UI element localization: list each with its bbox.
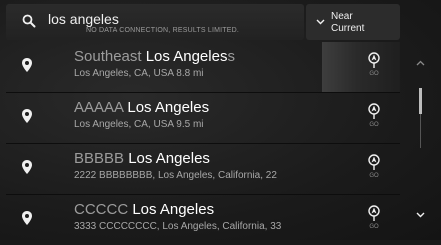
navigation-arrow-icon (368, 103, 380, 119)
go-label: GO (369, 224, 379, 230)
search-icon (22, 14, 36, 28)
go-button[interactable]: GO (322, 144, 400, 194)
go-button[interactable]: GO (322, 42, 400, 92)
scrollbar-thumb[interactable] (419, 88, 422, 114)
navigation-search-screen: los angeles NO DATA CONNECTION, RESULTS … (0, 0, 441, 240)
search-input[interactable]: los angeles (48, 11, 119, 27)
near-label-line1: Near (331, 11, 353, 22)
result-title: BBBBB Los Angeles (74, 150, 322, 167)
result-item[interactable]: CCCCC Los Angeles 3333 CCCCCCCC, Los Ang… (6, 195, 322, 245)
result-item[interactable]: Southeast Los Angeless Los Angeles, CA, … (6, 42, 322, 92)
result-prefix: CCCCC (74, 201, 133, 218)
result-row: CCCCC Los Angeles 3333 CCCCCCCC, Los Ang… (6, 195, 400, 245)
location-pin-icon (22, 58, 32, 72)
scroll-down-button[interactable] (416, 212, 425, 218)
result-name: Los Angeles (145, 48, 228, 65)
result-title: CCCCC Los Angeles (74, 201, 322, 218)
result-name: Los Angeles (128, 150, 210, 167)
result-prefix: Southeast (74, 48, 146, 65)
result-title: AAAAA Los Angeles (74, 99, 322, 116)
result-item[interactable]: AAAAA Los Angeles Los Angeles, CA, USA 9… (6, 93, 322, 143)
result-address: 3333 CCCCCCCC, Los Angeles, California, … (74, 221, 282, 232)
location-pin-icon (22, 211, 32, 225)
connection-notice: NO DATA CONNECTION, RESULTS LIMITED. (86, 27, 240, 34)
go-label: GO (369, 173, 379, 179)
go-button[interactable]: GO (322, 93, 400, 143)
result-address: 2222 BBBBBBBB, Los Angeles, California, … (74, 170, 277, 181)
chevron-down-icon (316, 19, 325, 25)
near-current-button[interactable]: Near Current (306, 4, 400, 40)
result-row: AAAAA Los Angeles Los Angeles, CA, USA 9… (6, 93, 400, 144)
navigation-arrow-icon (368, 205, 380, 221)
near-label-line2: Current (331, 23, 365, 34)
near-current-label: Near Current (331, 11, 391, 35)
location-pin-icon (22, 109, 32, 123)
result-prefix: AAAAA (74, 99, 128, 116)
result-address: Los Angeles, CA, USA 9.5 mi (74, 119, 204, 130)
result-row: Southeast Los Angeless Los Angeles, CA, … (6, 42, 400, 93)
go-label: GO (369, 122, 379, 128)
search-bar[interactable]: los angeles NO DATA CONNECTION, RESULTS … (6, 4, 304, 40)
go-label: GO (369, 71, 379, 77)
result-address: Los Angeles, CA, USA 8.8 mi (74, 68, 204, 79)
result-row: BBBBB Los Angeles 2222 BBBBBBBB, Los Ang… (6, 144, 400, 195)
result-prefix: BBBBB (74, 150, 129, 167)
result-name: Los Angeles (132, 201, 215, 218)
result-item[interactable]: BBBBB Los Angeles 2222 BBBBBBBB, Los Ang… (6, 144, 322, 194)
scroll-up-button[interactable] (416, 60, 425, 66)
go-button[interactable]: GO (322, 195, 400, 245)
results-list: Southeast Los Angeless Los Angeles, CA, … (6, 42, 400, 245)
navigation-arrow-icon (368, 154, 380, 170)
navigation-arrow-icon (368, 52, 380, 68)
result-title: Southeast Los Angeless (74, 48, 322, 65)
result-name: Los Angeles (127, 99, 210, 116)
result-trail: s (227, 48, 235, 65)
location-pin-icon (22, 160, 32, 174)
